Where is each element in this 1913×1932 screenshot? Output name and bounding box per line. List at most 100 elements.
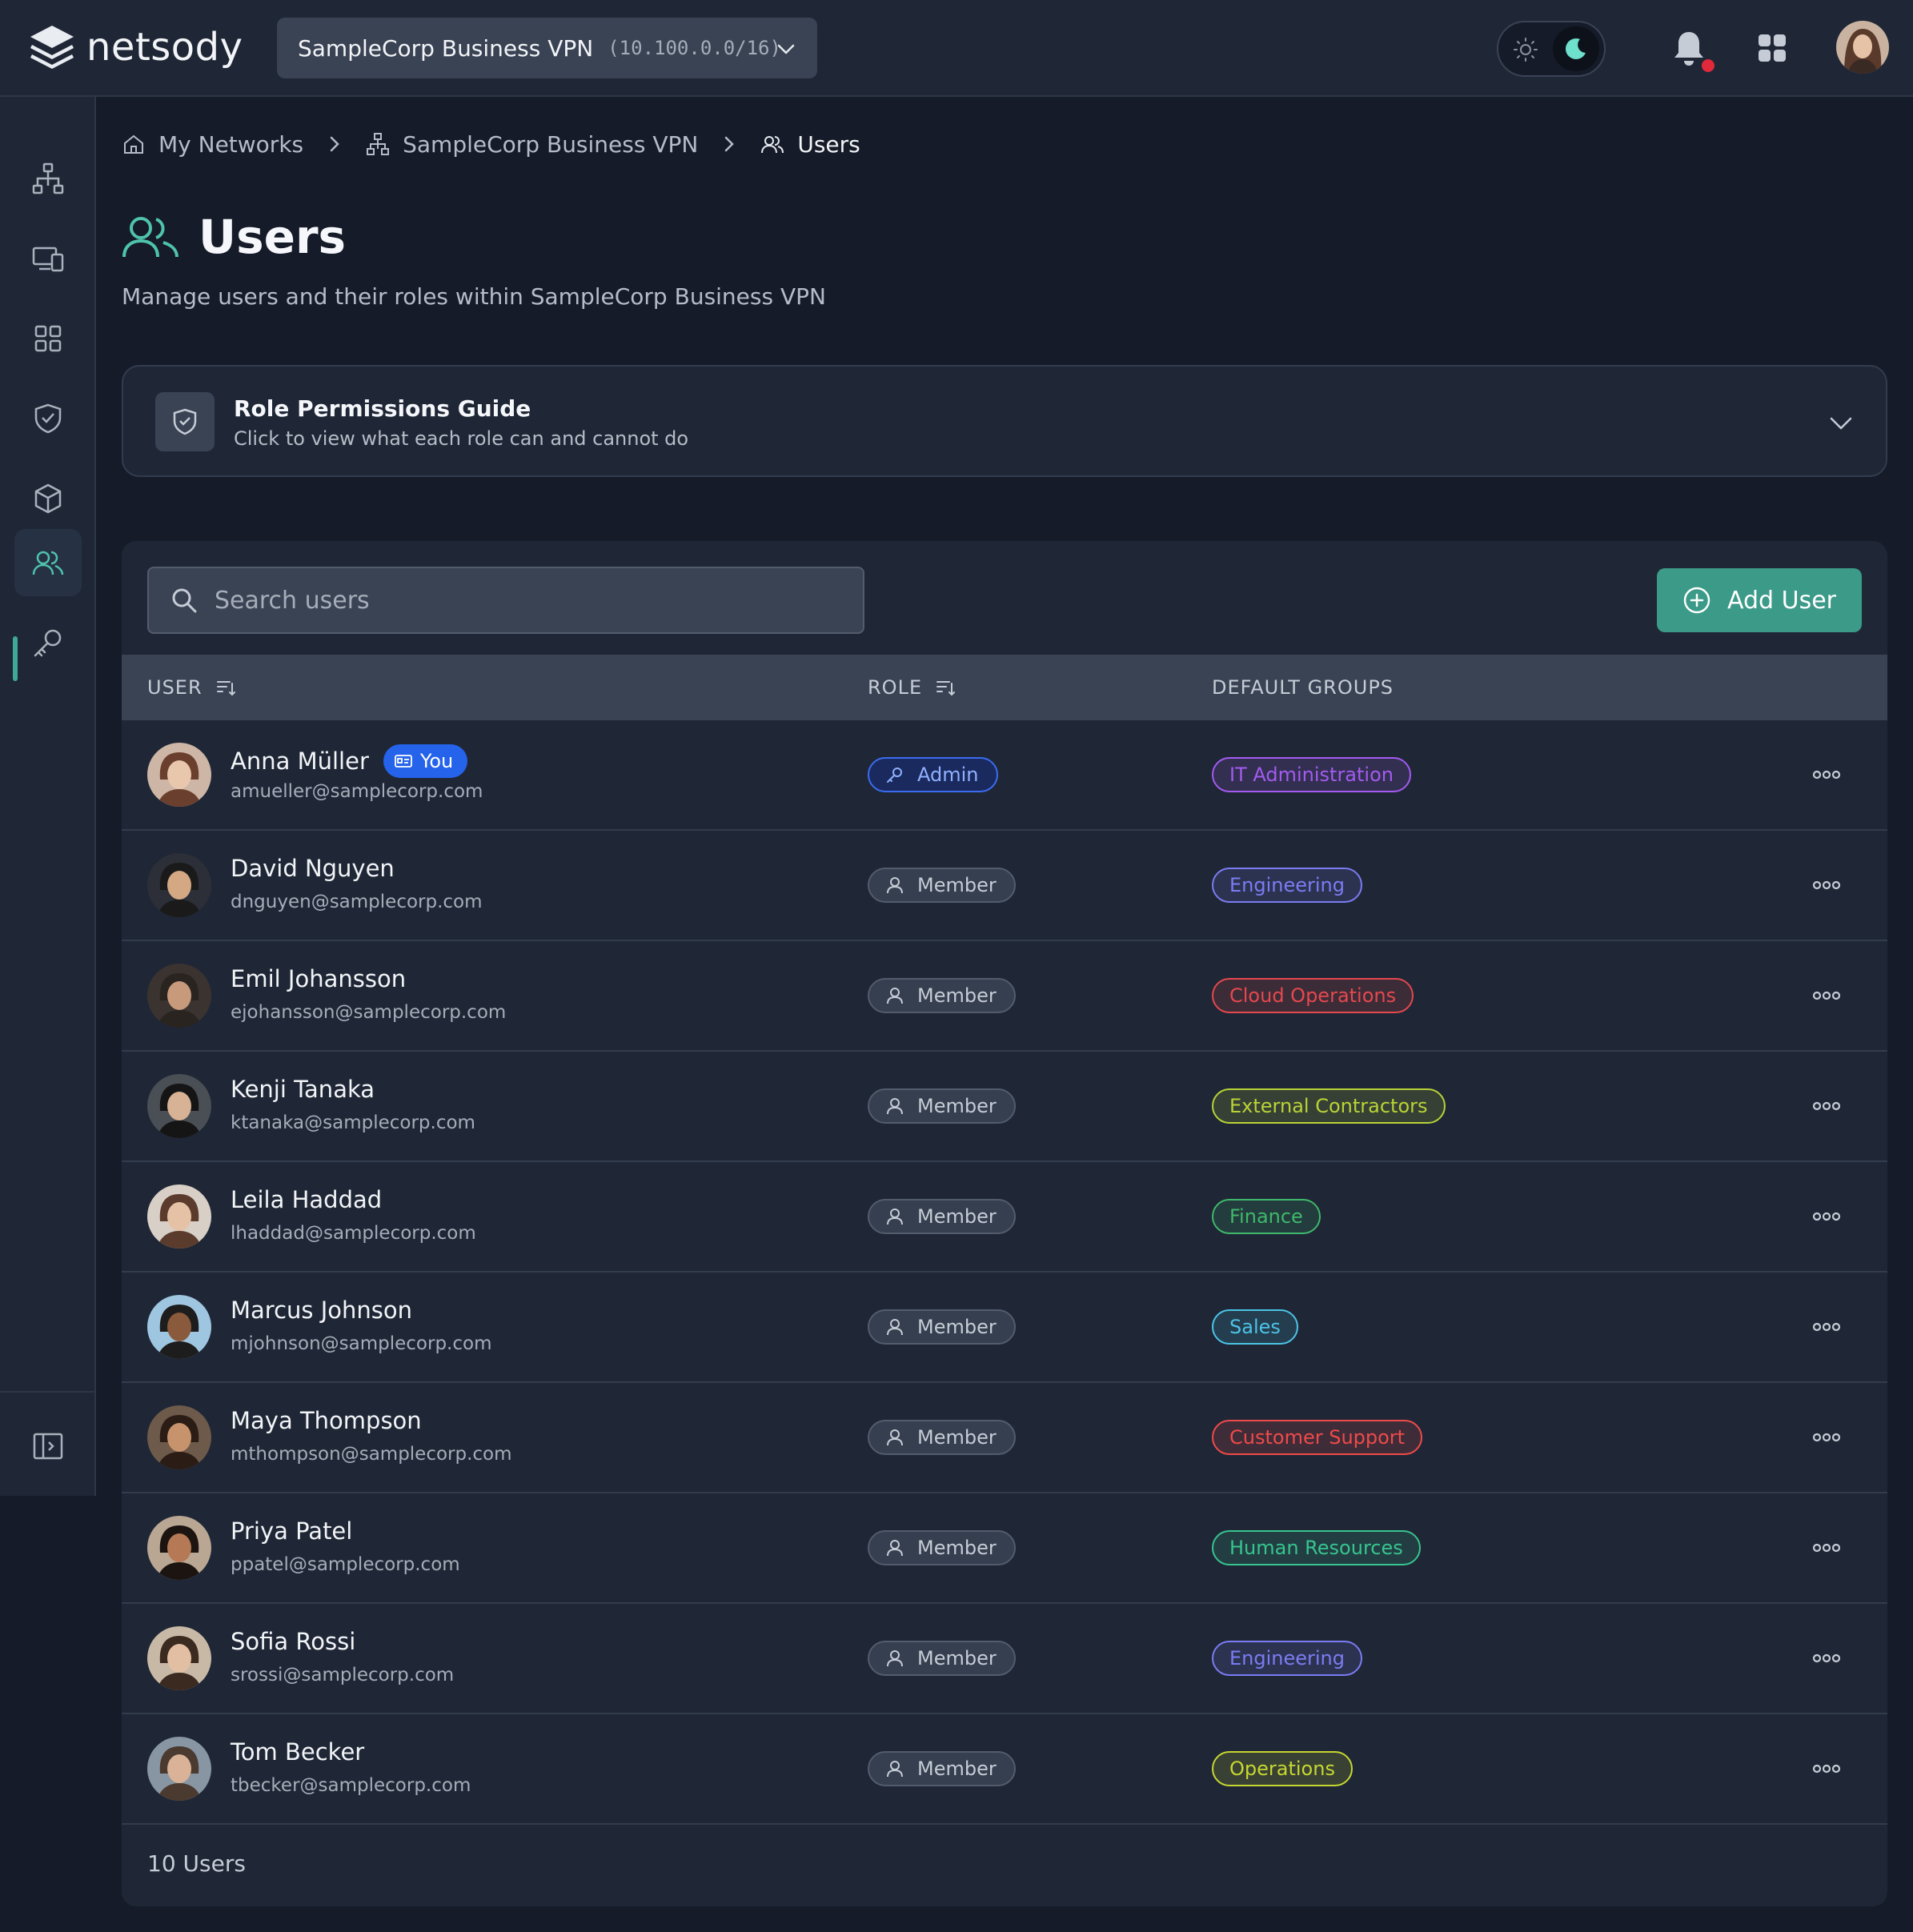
- user-name-text: Emil Johansson: [231, 965, 407, 992]
- user-name: Leila Haddad: [231, 1186, 382, 1213]
- more-options-icon[interactable]: [1811, 1540, 1843, 1556]
- role-label: Member: [917, 1758, 997, 1780]
- you-label: You: [419, 750, 454, 772]
- user-name-text: Maya Thompson: [231, 1407, 422, 1434]
- table-row[interactable]: Maya Thompson mthompson@samplecorp.com M…: [122, 1383, 1887, 1493]
- logo-layers-icon: [30, 26, 74, 69]
- column-label: ROLE: [868, 676, 923, 699]
- role-badge: Admin: [868, 757, 998, 792]
- column-label: DEFAULT GROUPS: [1212, 676, 1394, 699]
- user-email: mthompson@samplecorp.com: [231, 1444, 512, 1465]
- group-badge: Operations: [1212, 1751, 1353, 1786]
- brand-name: netsody: [86, 25, 243, 70]
- sidebar-item-devices[interactable]: [14, 225, 82, 292]
- page-title: Users: [199, 210, 347, 264]
- user-avatar[interactable]: [1836, 21, 1889, 74]
- more-options-icon[interactable]: [1811, 988, 1843, 1004]
- sidebar-item-dashboard[interactable]: [14, 305, 82, 372]
- user-name: Anna Müller You: [231, 744, 468, 778]
- table-row[interactable]: Sofia Rossi srossi@samplecorp.com Member…: [122, 1604, 1887, 1714]
- shield-icon: [34, 403, 62, 434]
- table-row[interactable]: Anna Müller You amueller@samplecorp.com …: [122, 720, 1887, 831]
- user-icon: [887, 877, 903, 894]
- home-icon: [124, 134, 143, 154]
- add-user-button[interactable]: Add User: [1657, 568, 1862, 632]
- column-header-role[interactable]: ROLE: [868, 676, 956, 699]
- role-badge: Member: [868, 868, 1016, 903]
- network-cidr: (10.100.0.0/16): [608, 37, 781, 59]
- group-badge: Finance: [1212, 1199, 1321, 1234]
- user-name: Maya Thompson: [231, 1407, 422, 1434]
- group-badge: Human Resources: [1212, 1530, 1421, 1565]
- devices-icon: [32, 247, 64, 272]
- group-label: IT Administration: [1229, 764, 1394, 786]
- network-topology-icon: [367, 133, 390, 155]
- breadcrumb-network[interactable]: SampleCorp Business VPN: [366, 131, 698, 158]
- perm-guide-title: Role Permissions Guide: [234, 395, 531, 422]
- group-label: Customer Support: [1229, 1426, 1406, 1449]
- breadcrumb-my-networks[interactable]: My Networks: [122, 131, 303, 158]
- logo[interactable]: netsody: [26, 21, 243, 74]
- more-options-icon[interactable]: [1811, 1650, 1843, 1666]
- column-label: USER: [147, 676, 203, 699]
- user-name: Kenji Tanaka: [231, 1076, 375, 1103]
- role-label: Member: [917, 1316, 997, 1338]
- table-row[interactable]: Tom Becker tbecker@samplecorp.com Member…: [122, 1714, 1887, 1825]
- table-row[interactable]: David Nguyen dnguyen@samplecorp.com Memb…: [122, 831, 1887, 941]
- user-email: ejohansson@samplecorp.com: [231, 1002, 507, 1023]
- network-name: SampleCorp Business VPN: [298, 34, 594, 62]
- chevron-down-icon: [777, 44, 795, 54]
- group-label: Engineering: [1229, 874, 1345, 896]
- table-row[interactable]: Kenji Tanaka ktanaka@samplecorp.com Memb…: [122, 1052, 1887, 1162]
- cube-icon: [34, 483, 62, 514]
- sidebar-item-resources[interactable]: [14, 465, 82, 532]
- role-label: Admin: [917, 764, 979, 786]
- avatar: [147, 1626, 211, 1690]
- column-header-user[interactable]: USER: [147, 676, 236, 699]
- you-badge: You: [383, 744, 468, 778]
- sidebar-item-security[interactable]: [14, 385, 82, 452]
- network-selector[interactable]: SampleCorp Business VPN (10.100.0.0/16): [277, 18, 817, 78]
- user-name-text: Sofia Rossi: [231, 1628, 356, 1655]
- apps-grid-icon[interactable]: [1758, 34, 1787, 62]
- search-input[interactable]: [215, 586, 823, 615]
- users-icon: [761, 136, 784, 154]
- user-email: tbecker@samplecorp.com: [231, 1775, 471, 1796]
- sidebar-item-keys[interactable]: [14, 609, 82, 676]
- more-options-icon[interactable]: [1811, 1319, 1843, 1335]
- sidebar-collapse-button[interactable]: [14, 1413, 82, 1480]
- more-options-icon[interactable]: [1811, 767, 1843, 783]
- theme-toggle[interactable]: [1497, 21, 1606, 77]
- group-label: Human Resources: [1229, 1537, 1403, 1559]
- group-label: Operations: [1229, 1758, 1335, 1780]
- role-badge: Member: [868, 1641, 1016, 1676]
- more-options-icon[interactable]: [1811, 877, 1843, 893]
- sun-icon: [1514, 38, 1538, 62]
- user-name-text: Marcus Johnson: [231, 1297, 413, 1324]
- avatar: [147, 964, 211, 1028]
- table-row[interactable]: Priya Patel ppatel@samplecorp.com Member…: [122, 1493, 1887, 1604]
- sidebar-item-networks[interactable]: [14, 145, 82, 212]
- sidebar-toggle-icon: [33, 1433, 63, 1460]
- perm-icon-wrap: [155, 392, 215, 451]
- role-permissions-guide[interactable]: Role Permissions Guide Click to view wha…: [122, 365, 1887, 477]
- more-options-icon[interactable]: [1811, 1429, 1843, 1445]
- user-icon: [887, 1650, 903, 1667]
- search-box[interactable]: [147, 567, 864, 634]
- avatar: [147, 743, 211, 807]
- sidebar-item-users[interactable]: [14, 529, 82, 596]
- user-name-text: Kenji Tanaka: [231, 1076, 375, 1103]
- more-options-icon[interactable]: [1811, 1761, 1843, 1777]
- table-row[interactable]: Emil Johansson ejohansson@samplecorp.com…: [122, 941, 1887, 1052]
- table-row[interactable]: Leila Haddad lhaddad@samplecorp.com Memb…: [122, 1162, 1887, 1273]
- user-email: amueller@samplecorp.com: [231, 781, 483, 802]
- more-options-icon[interactable]: [1811, 1209, 1843, 1225]
- user-icon: [887, 1098, 903, 1115]
- breadcrumb-label: Users: [797, 130, 860, 158]
- more-options-icon[interactable]: [1811, 1098, 1843, 1114]
- id-card-icon: [394, 755, 412, 768]
- bell-icon[interactable]: [1671, 29, 1706, 67]
- user-name: David Nguyen: [231, 855, 395, 882]
- breadcrumb-users: Users: [760, 131, 860, 158]
- table-row[interactable]: Marcus Johnson mjohnson@samplecorp.com M…: [122, 1273, 1887, 1383]
